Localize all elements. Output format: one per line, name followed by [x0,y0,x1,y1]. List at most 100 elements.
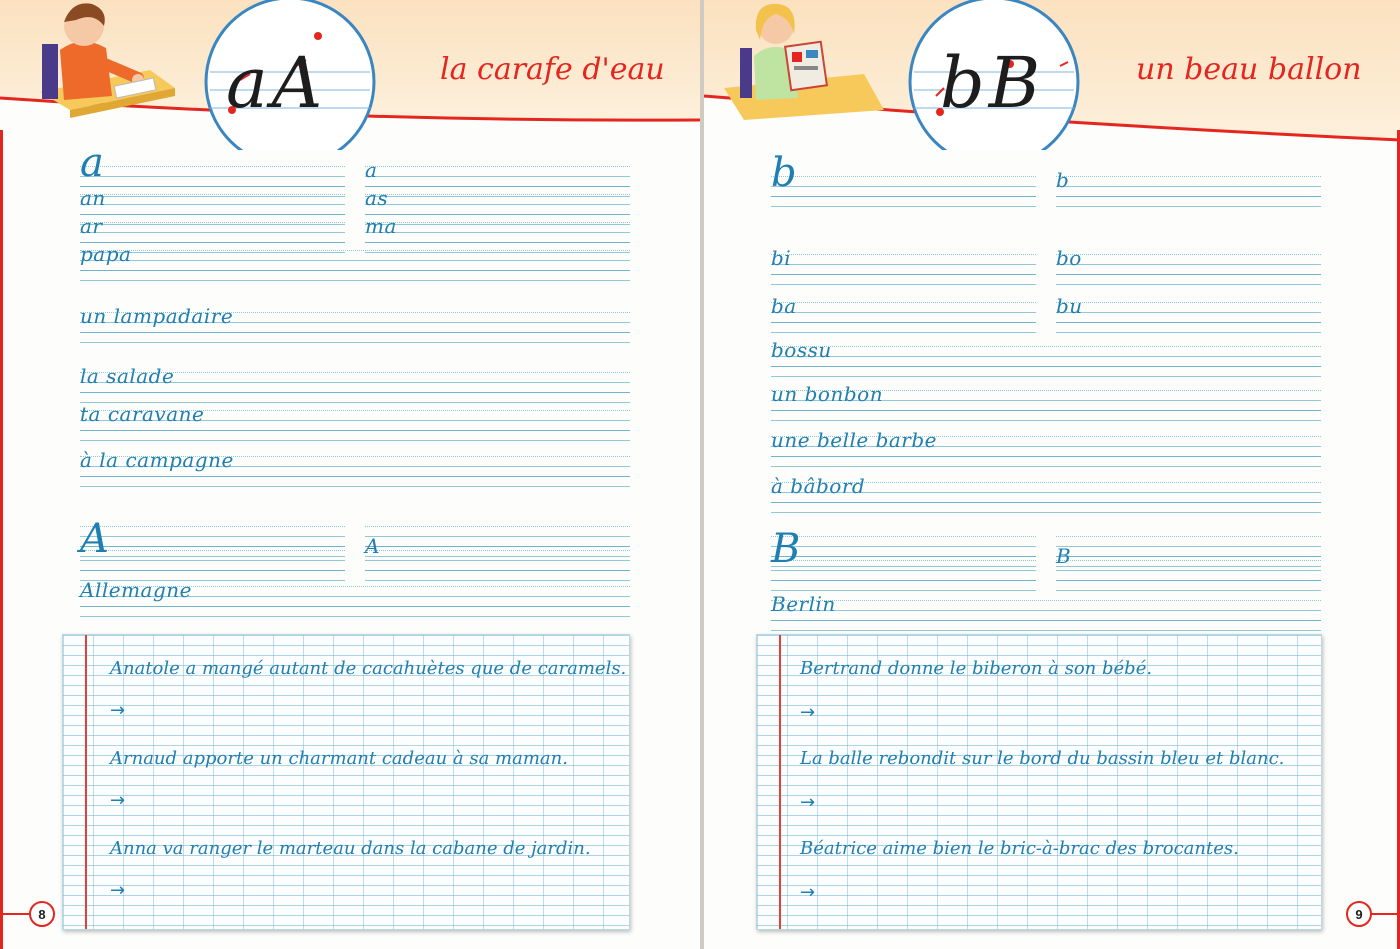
ruling-line [80,186,345,187]
ruling-line [80,196,345,197]
ruling-line [771,254,1036,255]
model-sentence: Bertrand donne le biberon à son bébé. [800,658,1153,679]
ruling-line [80,204,345,205]
ruling-line [80,250,630,251]
ruling-line [1056,546,1321,547]
capital-word: Allemagne [80,578,192,602]
model-phrase: une belle barbe [771,428,938,452]
ruling-line [771,610,1321,611]
model-word: bu [1056,294,1083,318]
ruling-line [771,620,1321,621]
grid-margin-line [85,635,87,929]
ruling-line [365,166,630,167]
model-word: bi [771,246,792,270]
ruling-line [771,302,1036,303]
copy-arrow-icon: → [800,702,816,723]
ruling-line [1056,206,1321,207]
child-reading-illustration [732,0,872,114]
ruling-line [771,186,1036,187]
model-word: ma [365,214,397,238]
ruling-line [771,410,1321,411]
ruling-line [771,206,1036,207]
ruling-line [771,580,1036,581]
ruling-line [771,196,1036,197]
ruling-line [365,232,630,233]
model-word: b [771,150,798,196]
ruling-line [365,570,630,571]
model-phrase: à bâbord [771,474,866,498]
ruling-line [80,260,630,261]
page-number-line [1370,913,1400,915]
model-letters-aA: aA [226,42,327,124]
capital-model: A [80,516,110,562]
model-letters-bB: bB [940,42,1045,124]
ruling-line [80,526,345,527]
model-sentence: Anna va ranger le marteau dans la cabane… [110,838,591,859]
model-word: bo [1056,246,1082,270]
model-word: ar [80,214,103,238]
copy-arrow-icon: → [110,790,126,811]
ruling-line [1056,312,1321,313]
ruling-line [1056,274,1321,275]
ruling-line [365,526,630,527]
model-phrase: un lampadaire [80,304,234,328]
capital-model: B [1056,544,1072,568]
model-sentence: La balle rebondit sur le bord du bassin … [800,748,1285,769]
copy-arrow-icon: → [110,700,126,721]
model-sentence: Arnaud apporte un charmant cadeau à sa m… [110,748,568,769]
ruling-line [80,232,345,233]
right-motto: un beau ballon [1136,52,1362,87]
ruling-line [80,332,630,333]
ruling-line [365,222,630,223]
ruling-line [80,606,630,607]
ruling-line [80,176,345,177]
ruling-line [365,214,630,215]
ruling-line [771,356,1321,357]
ruling-line [771,420,1321,421]
ruling-line [771,312,1036,313]
ruling-line [1056,302,1321,303]
page-number-line [0,913,32,915]
ruling-line [365,242,630,243]
ruling-line [365,252,630,253]
ruling-line [365,536,630,537]
ruling-line [1056,284,1321,285]
model-word: b [1056,168,1070,192]
model-word: a [80,140,105,186]
ruling-line [771,546,1036,547]
ruling-line [80,430,630,431]
ruling-line [771,176,1036,177]
ruling-line [771,322,1036,323]
ruling-line [80,536,345,537]
ruling-line [80,342,630,343]
ruling-line [771,630,1321,631]
ruling-line [365,204,630,205]
ruling-line [1056,332,1321,333]
ruling-line [1056,176,1321,177]
model-phrase: papa [80,242,132,266]
ruling-line [80,166,345,167]
capital-model: A [365,534,380,558]
capital-model: B [771,526,801,572]
page-number-badge: 8 [29,901,55,927]
left-writing-lines [80,150,630,630]
ruling-line [80,224,345,225]
ruling-line [771,456,1321,457]
ruling-line [80,486,630,487]
ruling-line [1056,570,1321,571]
model-phrase: la salade [80,364,175,388]
ruling-line [771,570,1036,571]
ruling-line [771,560,1036,561]
ruling-line [365,194,630,195]
model-phrase: à la campagne [80,448,234,472]
ruling-line [771,536,1036,537]
child-writing-illustration [20,0,170,114]
model-word: a [365,158,378,182]
ruling-line [80,570,345,571]
ruling-line [1056,254,1321,255]
ruling-line [1056,322,1321,323]
ruling-line [771,566,1036,567]
ruling-line [80,222,345,223]
ruling-line [1056,590,1321,591]
ruling-line [771,502,1321,503]
